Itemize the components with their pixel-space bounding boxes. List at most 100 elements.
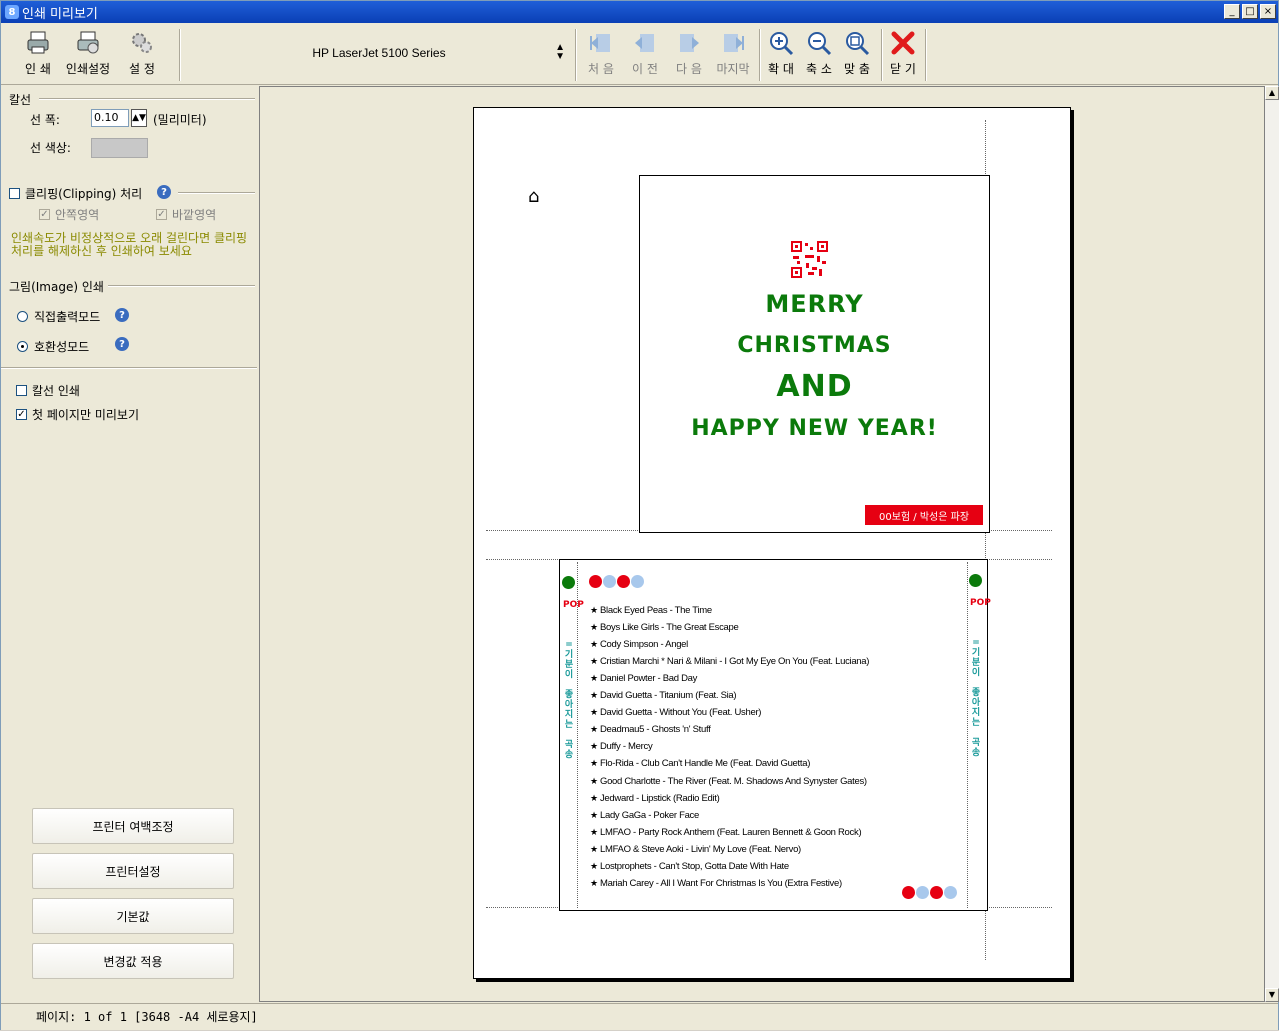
toolbar: 인 쇄 인쇄설정 설 정 HP LaserJet 5100 Series ▲▼ xyxy=(1,23,1278,85)
dots-top xyxy=(589,575,644,588)
last-page-button[interactable]: 마지막 xyxy=(711,27,755,81)
close-button[interactable]: 닫 기 xyxy=(883,27,923,81)
sender-tag: 00보험 / 박성은 파장 xyxy=(865,505,983,525)
last-page-label: 마지막 xyxy=(716,62,750,76)
help-icon[interactable]: ? xyxy=(115,308,129,322)
zoom-out-button[interactable]: 축 소 xyxy=(801,27,837,81)
checkbox-box: ✓ xyxy=(39,209,50,220)
prev-page-icon xyxy=(632,30,658,56)
image-print-group-label: 그림(Image) 인쇄 xyxy=(9,280,104,294)
clip-inner-label: 안쪽영역 xyxy=(55,208,100,222)
side-text-left-1: =기분이 xyxy=(564,640,574,680)
printer-settings-button[interactable]: 프린터설정 xyxy=(32,853,234,889)
gear-icon xyxy=(129,30,155,56)
vertical-scrollbar[interactable]: ▲ ▼ xyxy=(1265,86,1279,1002)
next-page-icon xyxy=(676,30,702,56)
direct-mode-label: 직접출력모드 xyxy=(34,310,101,324)
song-item: Daniel Powter - Bad Day xyxy=(590,670,697,687)
close-window-button[interactable]: × xyxy=(1260,4,1276,19)
card-front: MERRY CHRISTMAS AND HAPPY NEW YEAR! 00보험… xyxy=(639,175,990,533)
cutline-group-label: 칼선 xyxy=(9,93,32,107)
song-item: David Guetta - Titanium (Feat. Sia) xyxy=(590,687,737,704)
side-text-left-3: 곡송 xyxy=(564,740,574,760)
line-width-unit: (밀리미터) xyxy=(153,113,207,127)
compat-mode-radio[interactable]: 호환성모드 xyxy=(17,338,89,355)
song-item: Deadmau5 - Ghosts 'n' Stuff xyxy=(590,721,711,738)
card-back: POP =기분이 좋아지는 곡송 POP =기분이 좋아지는 곡송 Black … xyxy=(559,559,991,911)
printer-margin-button[interactable]: 프린터 여백조정 xyxy=(32,808,234,844)
next-page-label: 다 음 xyxy=(676,62,702,76)
help-icon[interactable]: ? xyxy=(115,337,129,351)
side-text-right-3: 곡송 xyxy=(971,738,981,758)
next-page-button[interactable]: 다 음 xyxy=(667,27,711,81)
maximize-button[interactable]: □ xyxy=(1242,4,1258,19)
first-page-button[interactable]: 처 음 xyxy=(579,27,623,81)
line-width-input[interactable]: 0.10 xyxy=(91,109,129,127)
print-settings-button[interactable]: 인쇄설정 xyxy=(60,27,116,81)
song-item: Lady GaGa - Poker Face xyxy=(590,807,699,824)
fit-button[interactable]: 맞 춤 xyxy=(837,27,877,81)
window-title: 인쇄 미리보기 xyxy=(22,6,98,22)
song-item: Duffy - Mercy xyxy=(590,738,653,755)
song-item: Cody Simpson - Angel xyxy=(590,636,688,653)
line-color-label: 선 색상: xyxy=(30,141,71,155)
clip-outer-checkbox[interactable]: ✓ 바깥영역 xyxy=(156,206,216,223)
print-cutline-label: 칼선 인쇄 xyxy=(32,384,80,398)
greeting-line-1: MERRY xyxy=(765,290,864,318)
song-item: David Guetta - Without You (Feat. Usher) xyxy=(590,704,762,721)
title-bar: 8 인쇄 미리보기 _ □ × xyxy=(1,1,1278,23)
song-item: Good Charlotte - The River (Feat. M. Sha… xyxy=(590,773,867,790)
minimize-button[interactable]: _ xyxy=(1224,4,1240,19)
scroll-down-icon[interactable]: ▼ xyxy=(1265,988,1279,1002)
dots-bottom xyxy=(902,886,957,899)
song-item: Flo-Rida - Club Can't Handle Me (Feat. D… xyxy=(590,755,810,772)
clipping-warning: 인쇄속도가 비정상적으로 오래 걸린다면 클리핑처리를 해제하신 후 인쇄하여 … xyxy=(11,231,248,258)
line-color-swatch[interactable] xyxy=(91,138,148,158)
side-pop-right: POP xyxy=(970,598,991,608)
printer-name: HP LaserJet 5100 Series xyxy=(312,46,446,60)
green-dot xyxy=(969,574,982,587)
print-button[interactable]: 인 쇄 xyxy=(16,27,60,81)
help-icon[interactable]: ? xyxy=(157,185,171,199)
printer-select[interactable]: HP LaserJet 5100 Series ▲ ▼ xyxy=(187,31,571,75)
settings-button[interactable]: 설 정 xyxy=(116,27,168,81)
defaults-button[interactable]: 기본값 xyxy=(32,898,234,934)
song-item: LMFAO & Steve Aoki - Livin' My Love (Fea… xyxy=(590,841,801,858)
first-page-only-label: 첫 페이지만 미리보기 xyxy=(32,408,139,422)
compat-mode-label: 호환성모드 xyxy=(34,340,90,354)
close-label: 닫 기 xyxy=(890,62,916,76)
app-icon: 8 xyxy=(5,5,19,19)
scroll-up-icon[interactable]: ▲ xyxy=(1265,86,1279,100)
apply-changes-button[interactable]: 변경값 적용 xyxy=(32,943,234,979)
prev-page-label: 이 전 xyxy=(632,62,658,76)
direct-mode-radio[interactable]: 직접출력모드 xyxy=(17,308,100,325)
print-preview-window: 8 인쇄 미리보기 _ □ × 인 쇄 인쇄설정 설 정 HP LaserJet… xyxy=(0,0,1279,1030)
zoom-in-button[interactable]: 확 대 xyxy=(761,27,801,81)
green-dot xyxy=(562,576,575,589)
clipping-checkbox[interactable]: 클리핑(Clipping) 처리 xyxy=(9,185,142,202)
prev-page-button[interactable]: 이 전 xyxy=(623,27,667,81)
select-arrow-icon: ▲ ▼ xyxy=(555,42,565,62)
zoom-in-label: 확 대 xyxy=(768,62,794,76)
qr-code-icon xyxy=(791,241,828,278)
checkbox-box xyxy=(9,188,20,199)
close-icon xyxy=(890,30,916,56)
print-cutline-checkbox[interactable]: 칼선 인쇄 xyxy=(16,382,80,399)
greeting-line-2: CHRISTMAS xyxy=(737,333,892,358)
song-item: LMFAO - Party Rock Anthem (Feat. Lauren … xyxy=(590,824,862,841)
fit-label: 맞 춤 xyxy=(844,62,870,76)
song-item: Lostprophets - Can't Stop, Gotta Date Wi… xyxy=(590,858,789,875)
side-pop-left: POP xyxy=(563,600,584,610)
settings-panel: 칼선 선 폭: 0.10 ▲▼ (밀리미터) 선 색상: 클리핑(Clippin… xyxy=(1,86,259,1002)
checkbox-box: ✓ xyxy=(16,409,27,420)
preview-page: ⌂ MERRY CHRISTMAS AND HAPPY NEW YEAR! 00… xyxy=(473,107,1071,979)
spin-icon[interactable]: ▲▼ xyxy=(131,109,147,127)
greeting-line-4: HAPPY NEW YEAR! xyxy=(691,416,938,441)
printer-settings-icon xyxy=(75,30,101,56)
clip-inner-checkbox[interactable]: ✓ 안쪽영역 xyxy=(39,206,99,223)
radio-dot xyxy=(17,311,28,322)
side-text-right-1: =기분이 xyxy=(971,638,981,678)
greeting-line-3: AND xyxy=(776,369,853,404)
last-page-icon xyxy=(720,30,746,56)
first-page-only-checkbox[interactable]: ✓ 첫 페이지만 미리보기 xyxy=(16,406,139,423)
